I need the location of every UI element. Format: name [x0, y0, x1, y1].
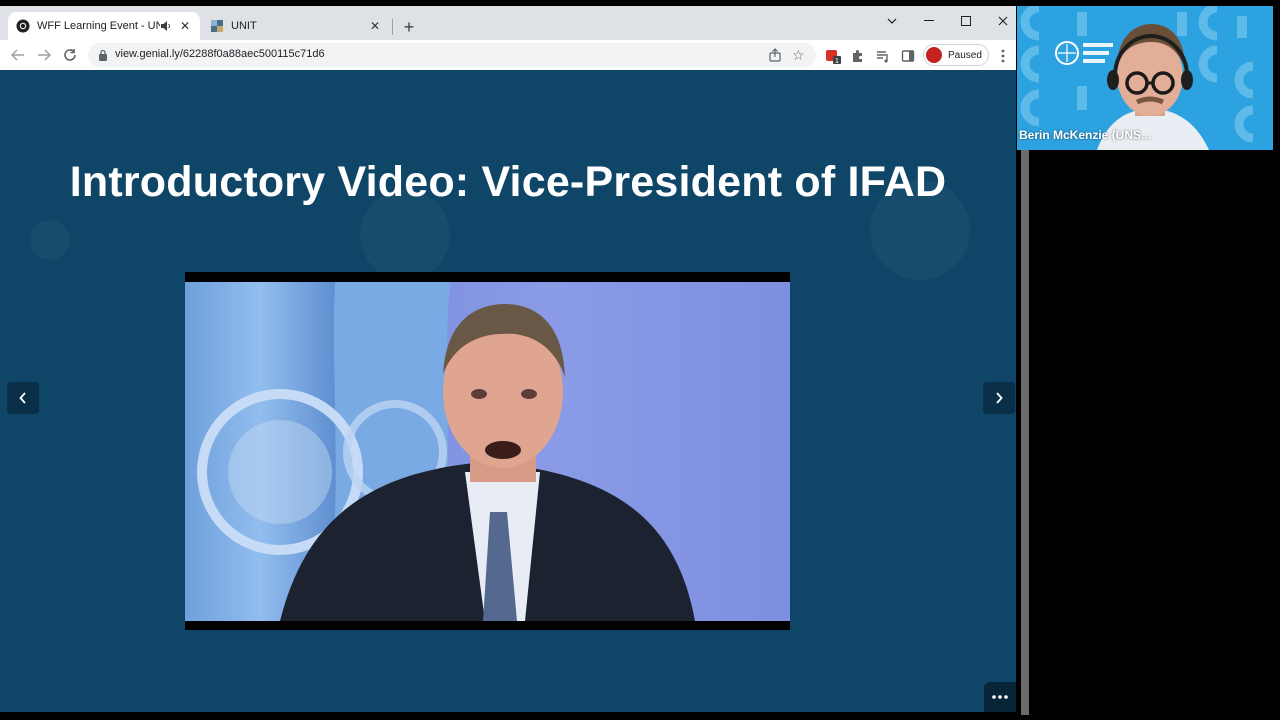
- tab-title: UNIT: [231, 20, 257, 32]
- tab-strip: WFF Learning Event - UN Inn ✕ UNIT ✕ +: [0, 6, 1016, 40]
- chevron-down-icon[interactable]: [881, 10, 903, 32]
- close-icon[interactable]: ✕: [178, 19, 192, 33]
- puzzle-icon[interactable]: [850, 48, 866, 64]
- tab-unit[interactable]: UNIT ✕: [202, 12, 390, 40]
- more-dots-icon: [992, 695, 1008, 699]
- sidebar-icon[interactable]: [900, 48, 916, 64]
- close-icon[interactable]: [992, 10, 1014, 32]
- kebab-icon[interactable]: [996, 48, 1010, 64]
- lock-icon[interactable]: [98, 49, 108, 61]
- share-icon[interactable]: [768, 48, 782, 62]
- close-icon[interactable]: ✕: [368, 19, 382, 33]
- extension-icon[interactable]: 1: [825, 48, 841, 64]
- address-bar[interactable]: view.genial.ly/62288f0a88aec500115c71d6 …: [88, 43, 816, 67]
- back-icon[interactable]: [9, 46, 27, 64]
- plus-icon[interactable]: +: [400, 17, 418, 37]
- browser-window: WFF Learning Event - UN Inn ✕ UNIT ✕ +: [0, 6, 1016, 712]
- forward-icon[interactable]: [35, 46, 53, 64]
- unit-favicon-icon: [211, 20, 223, 32]
- decor-glow: [30, 220, 70, 260]
- chevron-left-icon: [19, 392, 26, 404]
- media-queue-icon[interactable]: [875, 48, 891, 64]
- tab-title: WFF Learning Event - UN Inn: [37, 20, 160, 32]
- video-player[interactable]: [185, 272, 790, 630]
- star-icon[interactable]: ☆: [792, 46, 805, 64]
- more-options-button[interactable]: [984, 682, 1016, 712]
- participant-video-tile[interactable]: Berin McKenzie (UNS...: [1017, 6, 1273, 150]
- tab-wff-learning-event[interactable]: WFF Learning Event - UN Inn ✕: [8, 12, 200, 40]
- chevron-right-icon: [996, 392, 1003, 404]
- scrollbar[interactable]: [1021, 150, 1029, 715]
- avatar: [926, 47, 942, 63]
- paused-label: Paused: [948, 49, 982, 61]
- prev-slide-button[interactable]: [7, 382, 39, 414]
- minimize-icon[interactable]: [918, 10, 940, 32]
- url-text[interactable]: view.genial.ly/62288f0a88aec500115c71d6: [115, 48, 325, 60]
- speaker-video-frame[interactable]: [185, 282, 790, 621]
- chrome-icon: [16, 19, 30, 33]
- browser-toolbar: view.genial.ly/62288f0a88aec500115c71d6 …: [0, 40, 1016, 70]
- tab-separator: [392, 19, 393, 35]
- profile-paused-button[interactable]: Paused: [923, 44, 989, 66]
- maximize-icon[interactable]: [955, 10, 977, 32]
- speaker-icon[interactable]: [160, 20, 172, 32]
- slide-title: Introductory Video: Vice-President of IF…: [69, 158, 947, 206]
- reload-icon[interactable]: [61, 46, 79, 64]
- slide-page: Introductory Video: Vice-President of IF…: [0, 70, 1016, 712]
- participant-name: Berin McKenzie (UNS...: [1019, 128, 1152, 142]
- extension-badge: 1: [835, 58, 839, 64]
- next-slide-button[interactable]: [983, 382, 1015, 414]
